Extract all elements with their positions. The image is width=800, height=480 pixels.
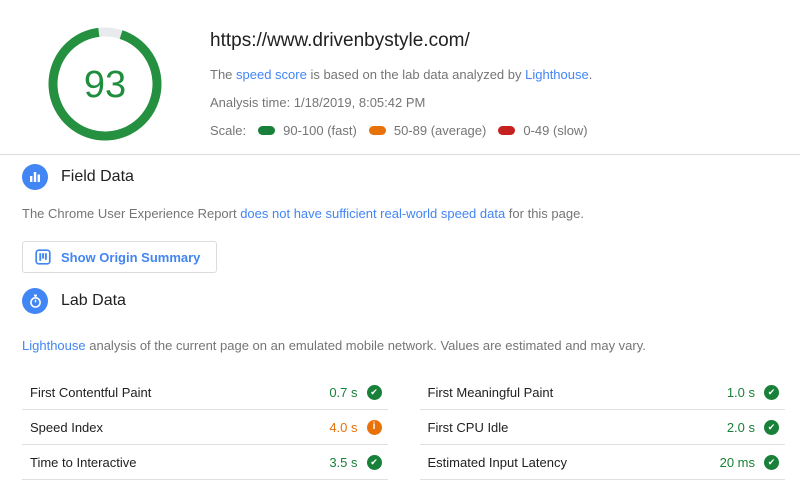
- metric-value: 2.0 s: [727, 420, 755, 435]
- speed-score-sentence: The speed score is based on the lab data…: [210, 67, 592, 82]
- metric-row-first-meaningful-paint: First Meaningful Paint 1.0 s ✔: [420, 375, 786, 410]
- scale-label: Scale:: [210, 123, 246, 138]
- pass-check-icon: ✔: [367, 455, 382, 470]
- analysis-time: Analysis time: 1/18/2019, 8:05:42 PM: [210, 95, 592, 110]
- scale-item-fast: 90-100 (fast): [258, 123, 357, 138]
- slow-pill-icon: [498, 126, 515, 135]
- field-data-title: Field Data: [61, 168, 134, 186]
- metric-label: First Contentful Paint: [30, 385, 151, 400]
- pass-check-icon: ✔: [367, 385, 382, 400]
- origin-summary-icon: [35, 249, 51, 265]
- insufficient-data-link[interactable]: does not have sufficient real-world spee…: [240, 206, 505, 221]
- speed-score-link[interactable]: speed score: [236, 67, 307, 82]
- show-origin-summary-button[interactable]: Show Origin Summary: [22, 241, 217, 273]
- stopwatch-icon: [22, 288, 48, 314]
- metric-label: First Meaningful Paint: [428, 385, 554, 400]
- metric-row-first-contentful-paint: First Contentful Paint 0.7 s ✔: [22, 375, 388, 410]
- page-url: https://www.drivenbystyle.com/: [210, 30, 592, 52]
- lab-data-description: Lighthouse analysis of the current page …: [22, 338, 778, 353]
- lab-data-title: Lab Data: [61, 292, 126, 310]
- metric-value: 1.0 s: [727, 385, 755, 400]
- bar-chart-icon: [22, 164, 48, 190]
- lighthouse-link-2[interactable]: Lighthouse: [22, 338, 86, 353]
- metric-value: 3.5 s: [329, 455, 357, 470]
- report-header: 93 https://www.drivenbystyle.com/ The sp…: [0, 0, 800, 155]
- metric-value: 0.7 s: [329, 385, 357, 400]
- metric-row-speed-index: Speed Index 4.0 s i: [22, 410, 388, 445]
- pass-check-icon: ✔: [764, 455, 779, 470]
- field-data-section: Field Data The Chrome User Experience Re…: [0, 164, 800, 273]
- metric-row-first-cpu-idle: First CPU Idle 2.0 s ✔: [420, 410, 786, 445]
- metric-label: Time to Interactive: [30, 455, 136, 470]
- lighthouse-link[interactable]: Lighthouse: [525, 67, 589, 82]
- lab-data-section: Lab Data Lighthouse analysis of the curr…: [0, 288, 800, 353]
- lab-metrics-table: First Contentful Paint 0.7 s ✔ First Mea…: [22, 375, 785, 480]
- metric-label: Speed Index: [30, 420, 103, 435]
- info-icon: i: [367, 420, 382, 435]
- metric-label: Estimated Input Latency: [428, 455, 567, 470]
- scale-item-average: 50-89 (average): [369, 123, 487, 138]
- metric-row-time-to-interactive: Time to Interactive 3.5 s ✔: [22, 445, 388, 480]
- pass-check-icon: ✔: [764, 420, 779, 435]
- scale-item-slow: 0-49 (slow): [498, 123, 587, 138]
- metric-value: 20 ms: [720, 455, 755, 470]
- speed-score-gauge: 93: [47, 26, 163, 142]
- score-value: 93: [84, 64, 126, 106]
- pass-check-icon: ✔: [764, 385, 779, 400]
- average-pill-icon: [369, 126, 386, 135]
- metric-row-estimated-input-latency: Estimated Input Latency 20 ms ✔: [420, 445, 786, 480]
- fast-pill-icon: [258, 126, 275, 135]
- metric-label: First CPU Idle: [428, 420, 509, 435]
- scale-legend: Scale: 90-100 (fast) 50-89 (average) 0-4…: [210, 123, 592, 138]
- metric-value: 4.0 s: [329, 420, 357, 435]
- score-ring: 93: [47, 26, 163, 142]
- field-data-description: The Chrome User Experience Report does n…: [22, 206, 778, 221]
